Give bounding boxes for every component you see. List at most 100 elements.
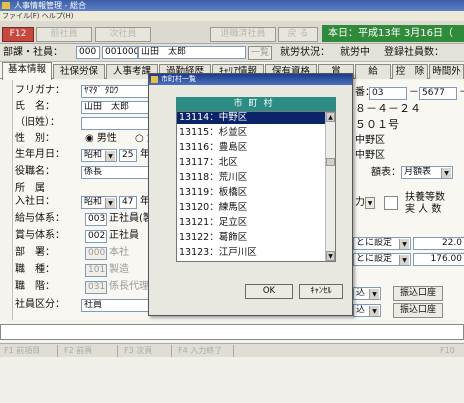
list-scrollbar[interactable]: ▲ ▼ [325, 112, 335, 261]
deduction-mode-dropdown[interactable]: ▼ [365, 197, 375, 209]
app-icon [2, 2, 10, 9]
f4-key[interactable]: F4 入力終了 [174, 345, 234, 357]
function-key-bar: F1 前項目 F2 前頁 F3 次頁 F4 入力終了 F10 [0, 343, 464, 357]
workhours-value-field[interactable]: 176.00 [413, 253, 464, 266]
scroll-up-icon[interactable]: ▲ [326, 112, 335, 122]
today-date: 本日：平成13年 3月16日（ [322, 25, 464, 42]
affiliation-heading: 所 属 [15, 183, 45, 194]
menu-bar[interactable]: ファイル(F) ヘルプ(H) [0, 11, 464, 21]
menu-text[interactable]: ファイル(F) ヘルプ(H) [2, 12, 73, 20]
f2-key[interactable]: F2 前頁 [60, 345, 118, 357]
furigana-label: フリガナ： [15, 85, 65, 96]
list-item[interactable]: 13114：中野区 [177, 112, 325, 124]
f3-key[interactable]: F3 次頁 [120, 345, 172, 357]
message-bar [0, 324, 464, 340]
employee-list-button[interactable]: 一覧 [248, 46, 272, 60]
dependents-checkbox[interactable] [384, 196, 398, 210]
birth-year-field[interactable]: 25 [119, 149, 137, 162]
employee-bar: 部課・社員： 000 001000 山田 太郎 一覧 就労状況： 就労中 登録社… [0, 44, 464, 62]
municipality-list[interactable]: 13114：中野区 13115：杉並区 13116：豊島区 13117：北区 13118… [176, 111, 336, 262]
transfer-type-value-2: 込 [356, 305, 366, 315]
grade-code[interactable]: 031 [85, 281, 107, 294]
list-item[interactable]: 13115：杉並区 [177, 127, 325, 139]
chevron-down-icon: ▼ [105, 151, 115, 161]
next-employee-button[interactable]: 次社員 [95, 27, 151, 42]
chevron-down-icon: ▼ [369, 306, 379, 316]
workdays-value-field[interactable]: 22.0 [413, 237, 464, 250]
department-name: 本社 [109, 247, 129, 258]
scroll-thumb[interactable] [326, 158, 335, 166]
employee-code-field[interactable]: 001000 [102, 46, 138, 59]
f1-key[interactable]: F1 前項目 [0, 345, 58, 357]
retired-employees-button[interactable]: 退職済社員 [210, 27, 276, 42]
workhours-setting-select[interactable]: とに設定 ▼ [353, 253, 411, 266]
phone-area-field[interactable]: 03 [369, 87, 407, 100]
employee-label: 部課・社員： [3, 47, 63, 58]
chevron-down-icon: ▼ [105, 198, 115, 208]
dialog-title: 市町村一覧 [161, 75, 196, 83]
bonus-system-code[interactable]: 002 [85, 230, 107, 243]
name-label: 氏 名： [15, 101, 55, 112]
list-item[interactable]: 13116：豊島区 [177, 142, 325, 154]
transfer-type-select-2[interactable]: 込 ▼ [353, 304, 381, 317]
chevron-down-icon: ▼ [441, 168, 451, 178]
list-item[interactable]: 13120：練馬区 [177, 202, 325, 214]
back-button[interactable]: 戻 る [278, 27, 318, 42]
list-item[interactable]: 13118：荒川区 [177, 172, 325, 184]
hire-era-select[interactable]: 昭和 ▼ [81, 196, 117, 209]
list-item[interactable]: 13117：北区 [177, 157, 325, 169]
window-title: 人事情報管理 - 総合 [14, 1, 86, 10]
gender-male-radio[interactable]: ◉ 男性 [85, 132, 117, 146]
transfer-account-button-2[interactable]: 振込口座 [393, 303, 443, 318]
cancel-button[interactable]: ｷｬﾝｾﾙ [299, 284, 343, 299]
birth-era-value: 昭和 [84, 150, 103, 160]
f10-key[interactable]: F10 [436, 345, 464, 357]
phone-exchange-field[interactable]: 5677 [419, 87, 457, 100]
scroll-down-icon[interactable]: ▼ [326, 251, 335, 261]
prev-employee-button[interactable]: 前社員 [36, 27, 92, 42]
dept-code-field[interactable]: 000 [76, 46, 100, 59]
list-item[interactable]: 13119：板橋区 [177, 187, 325, 199]
tab-overtime[interactable]: 時間外 [429, 64, 464, 79]
ok-button[interactable]: OK [245, 284, 293, 299]
job-type-name: 製造 [109, 264, 129, 275]
hire-era-value: 昭和 [84, 197, 103, 207]
employee-class-field[interactable]: 社員 [81, 299, 153, 312]
headcount-label: 実 人 数 [405, 204, 442, 215]
list-item[interactable]: 13123：江戸川区 [177, 247, 325, 259]
address-line-1: ８－４－２４ [355, 102, 421, 115]
chevron-down-icon: ▼ [399, 239, 409, 249]
employee-name-field[interactable]: 山田 太郎 [138, 46, 246, 59]
birth-era-select[interactable]: 昭和 ▼ [81, 149, 117, 162]
department-code[interactable]: 000 [85, 247, 107, 260]
tab-salary[interactable]: 給 [355, 64, 391, 79]
list-item[interactable]: 13122：葛飾区 [177, 232, 325, 244]
grade-label: 職 階： [15, 281, 55, 292]
salary-system-label: 給与体系： [15, 213, 65, 224]
work-status-value: 就労中 [340, 47, 370, 58]
salary-system-name: 正社員(製 [109, 213, 153, 224]
registered-count-label: 登録社員数： [384, 47, 444, 58]
ward-1: 中野区 [355, 135, 385, 146]
tab-social-insurance[interactable]: 社保労保 [53, 64, 105, 79]
transfer-account-button[interactable]: 振込口座 [393, 286, 443, 301]
bonus-system-label: 賞与体系： [15, 230, 65, 241]
list-item[interactable]: 13121：足立区 [177, 217, 325, 229]
list-header: 市町村 [176, 97, 336, 111]
job-type-label: 職 種： [15, 264, 55, 275]
salary-system-code[interactable]: 003 [85, 213, 107, 226]
f12-button[interactable]: F12 [2, 27, 34, 42]
transfer-type-select[interactable]: 込 ▼ [353, 287, 381, 300]
gender-male-label: 男性 [96, 133, 117, 144]
toolbar: F12 前社員 次社員 退職済社員 戻 る 本日：平成13年 3月16日（ [0, 21, 464, 44]
amount-table-select[interactable]: 月額表 ▼ [401, 166, 453, 179]
phone-dash: － [409, 87, 419, 98]
job-type-code[interactable]: 101 [85, 264, 107, 277]
transfer-type-value: 込 [356, 288, 366, 298]
gender-label: 性 別： [15, 133, 55, 144]
tab-deduction[interactable]: 控 除 [392, 64, 428, 79]
tab-basic-info[interactable]: 基本情報 [2, 62, 52, 80]
hire-year-field[interactable]: 47 [119, 196, 137, 209]
workdays-setting-select[interactable]: とに設定 ▼ [353, 237, 411, 250]
maiden-name-label: （旧姓）： [15, 117, 60, 128]
